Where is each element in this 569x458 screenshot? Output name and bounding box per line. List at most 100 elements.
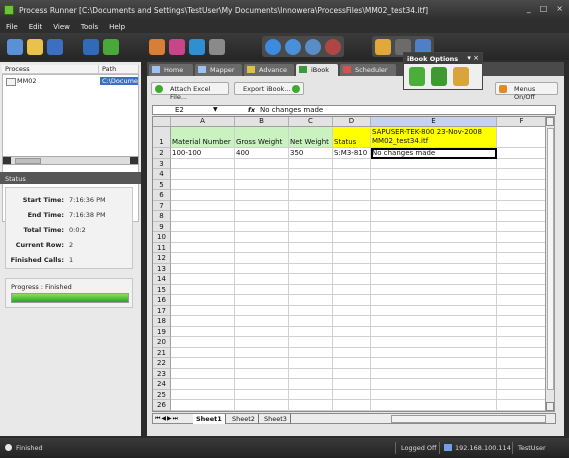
- grid-cell[interactable]: [371, 284, 497, 295]
- grid-cell[interactable]: [171, 305, 235, 316]
- menu-help[interactable]: Help: [109, 23, 125, 31]
- cell-d1[interactable]: Status: [333, 127, 371, 148]
- cell-b2[interactable]: 400: [235, 148, 289, 159]
- grid-cell[interactable]: [333, 326, 371, 337]
- grid-cell[interactable]: [333, 389, 371, 400]
- grid-cell[interactable]: [289, 368, 333, 379]
- tab-mapper[interactable]: Mapper: [195, 64, 242, 76]
- row-header[interactable]: 16: [153, 295, 171, 306]
- grid-cell[interactable]: [497, 190, 545, 201]
- grid-cell[interactable]: [371, 274, 497, 285]
- grid-cell[interactable]: [371, 305, 497, 316]
- grid-cell[interactable]: [497, 358, 545, 369]
- grid-cell[interactable]: [333, 169, 371, 180]
- grid-cell[interactable]: [333, 253, 371, 264]
- menu-file[interactable]: File: [6, 23, 18, 31]
- cell-d2[interactable]: S:M3-810: [333, 148, 371, 159]
- tab-advance[interactable]: Advance: [244, 64, 294, 76]
- grid-cell[interactable]: [333, 379, 371, 390]
- grid-cell[interactable]: [497, 264, 545, 274]
- grid-cell[interactable]: [497, 369, 545, 379]
- row-header[interactable]: 7: [153, 200, 171, 211]
- grid-cell[interactable]: [497, 295, 545, 306]
- cell-c2[interactable]: 350: [289, 148, 333, 159]
- grid-cell[interactable]: [235, 368, 289, 379]
- grid-cell[interactable]: [371, 232, 497, 243]
- tab-scheduler[interactable]: Scheduler: [340, 64, 396, 76]
- grid-cell[interactable]: [497, 232, 545, 243]
- grid-cell[interactable]: [371, 263, 497, 274]
- grid-cell[interactable]: [333, 190, 371, 201]
- grid-cell[interactable]: [289, 179, 333, 190]
- grid-cell[interactable]: [497, 306, 545, 316]
- grid-cell[interactable]: [171, 316, 235, 327]
- grid-cell[interactable]: [171, 179, 235, 190]
- minimize-button[interactable]: _: [527, 4, 531, 13]
- cell-e2[interactable]: No changes made: [371, 148, 497, 159]
- grid-cell[interactable]: [289, 400, 333, 411]
- sheet-tab-3[interactable]: Sheet3: [261, 414, 291, 424]
- sheet-nav-arrows[interactable]: ⏮◀▶⏭: [155, 415, 179, 423]
- grid-cell[interactable]: [289, 326, 333, 337]
- ibook-upload-icon[interactable]: [409, 67, 425, 86]
- grid-cell[interactable]: [497, 222, 545, 232]
- grid-cell[interactable]: [371, 158, 497, 169]
- grid-cell[interactable]: [333, 232, 371, 243]
- new-file-icon[interactable]: [7, 38, 23, 55]
- grid-cell[interactable]: [171, 274, 235, 285]
- grid-cell[interactable]: [235, 158, 289, 169]
- grid-cell[interactable]: [371, 347, 497, 358]
- grid-cell[interactable]: [497, 348, 545, 358]
- cell-a1[interactable]: Material Number: [171, 127, 235, 148]
- grid-cell[interactable]: [235, 232, 289, 243]
- row-header[interactable]: 1: [153, 127, 171, 148]
- grid-cell[interactable]: [235, 295, 289, 306]
- scroll-down-arrow[interactable]: [546, 402, 554, 411]
- export-ibook-button[interactable]: Export iBook...: [234, 82, 304, 95]
- grid-cell[interactable]: [171, 358, 235, 369]
- grid-cell[interactable]: [171, 389, 235, 400]
- row-header[interactable]: 13: [153, 263, 171, 274]
- grid-cell[interactable]: [235, 389, 289, 400]
- grid-cell[interactable]: [497, 379, 545, 390]
- grid-cell[interactable]: [289, 274, 333, 285]
- grid-cell[interactable]: [289, 358, 333, 369]
- grid-cell[interactable]: [371, 221, 497, 232]
- grid-cell[interactable]: [333, 368, 371, 379]
- grid-cell[interactable]: [497, 211, 545, 222]
- grid-cell[interactable]: [235, 337, 289, 348]
- grid-cell[interactable]: [171, 253, 235, 264]
- grid-cell[interactable]: [289, 221, 333, 232]
- grid-cell[interactable]: [171, 337, 235, 348]
- column-process[interactable]: Process: [2, 65, 99, 73]
- row-header[interactable]: 26: [153, 400, 171, 411]
- row-header[interactable]: 5: [153, 179, 171, 190]
- close-button[interactable]: ×: [556, 4, 563, 13]
- save-icon[interactable]: [47, 38, 63, 55]
- attach-excel-button[interactable]: Attach Excel File...: [151, 82, 229, 101]
- grid-cell[interactable]: [289, 158, 333, 169]
- grid-cell[interactable]: [171, 263, 235, 274]
- excel-icon[interactable]: [103, 38, 119, 55]
- row-header[interactable]: 2: [153, 148, 171, 159]
- cell-e1[interactable]: SAPUSER-TEK-800 23-Nov-2008 MM02_test34.…: [371, 127, 497, 148]
- process-row[interactable]: MM02 C:\Documen: [3, 77, 138, 86]
- grid-cell[interactable]: [171, 284, 235, 295]
- grid-cell[interactable]: [333, 200, 371, 211]
- grid-cell[interactable]: [333, 305, 371, 316]
- grid-cell[interactable]: [333, 263, 371, 274]
- grid-cell[interactable]: [235, 274, 289, 285]
- grid-cell[interactable]: [235, 253, 289, 264]
- row-header[interactable]: 6: [153, 190, 171, 201]
- cell-c1[interactable]: Net Weight: [289, 127, 333, 148]
- grid-cell[interactable]: [171, 211, 235, 222]
- row-header[interactable]: 25: [153, 389, 171, 400]
- cell-a2[interactable]: 100-100: [171, 148, 235, 159]
- copy-icon[interactable]: [83, 38, 99, 55]
- formula-value[interactable]: No changes made: [260, 106, 323, 114]
- grid-cell[interactable]: [371, 253, 497, 264]
- grid-cell[interactable]: [333, 284, 371, 295]
- grid-cell[interactable]: [497, 201, 545, 211]
- tab-ibook[interactable]: iBook: [296, 64, 338, 76]
- grid-cell[interactable]: [371, 200, 497, 211]
